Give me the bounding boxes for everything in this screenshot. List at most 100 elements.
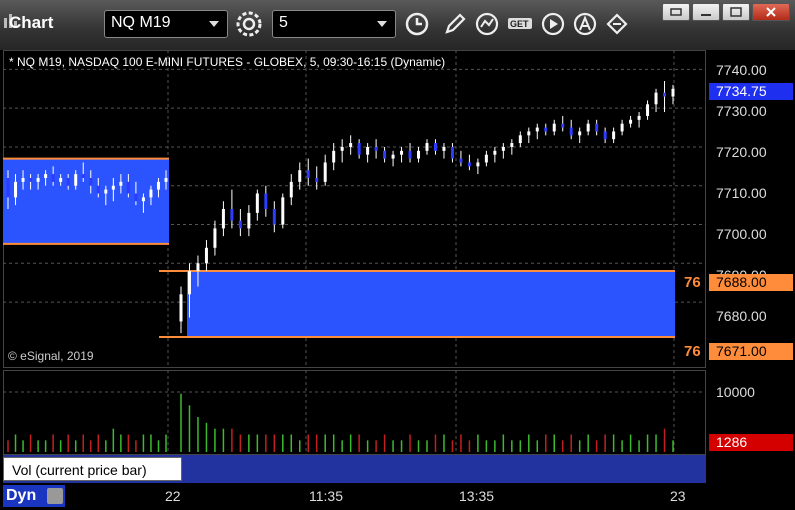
candle-body [14,181,18,198]
candle-body [569,127,573,136]
candle-body [433,143,437,151]
app-title: Chart [9,13,54,32]
candle-body [298,170,302,182]
candle-body [671,88,675,97]
candle-body [247,212,251,229]
candle-body [476,162,480,167]
chevron-down-icon [209,21,219,27]
candle-body [612,131,616,140]
candle-body [518,135,522,144]
last-price-tag: 7734.75 [709,83,793,100]
candle-body [36,177,40,182]
volume-tick: 10000 [716,384,755,400]
candle-body [141,197,145,202]
study-indicator-icon[interactable] [472,9,502,39]
price-tick: 7740.00 [716,62,767,78]
svg-text:GET: GET [510,19,529,29]
candle-body [493,150,497,155]
time-label: 11:35 [309,488,343,504]
dynamic-mode-button[interactable]: Dyn [3,485,65,507]
chevron-down-icon [377,21,387,27]
candle-body [264,193,268,209]
candle-body [196,263,200,272]
candle-body [629,119,633,124]
candle-body [637,115,641,120]
candle-body [484,154,488,163]
candle-body [646,104,650,116]
candle-body [306,170,310,178]
alert-icon[interactable] [570,9,600,39]
upper-zone-left-label: 76 [684,274,701,291]
candle-body [357,143,361,155]
price-tick: 7700.00 [716,226,767,242]
candle-body [204,247,208,264]
candle-body [156,181,160,190]
settings-gear-icon[interactable] [234,9,264,39]
candle-body [408,150,412,159]
candle-body [21,177,25,182]
candle-body [96,185,100,194]
candle-body [561,123,565,128]
candle-body [620,123,624,132]
candle-body [450,146,454,159]
candle-body [425,143,429,151]
candle-body [332,150,336,163]
candle-body [59,177,63,182]
price-zone [187,271,675,337]
candle-body [81,174,85,178]
clock-icon[interactable] [402,9,432,39]
close-window-button[interactable] [752,3,790,21]
candle-body [221,209,225,229]
candle-body [119,181,123,186]
chart-info-line: * NQ M19, NASDAQ 100 E-MINI FUTURES - GL… [9,55,446,69]
candle-body [238,220,242,229]
maximize-button[interactable] [722,3,750,21]
candle-body [501,146,505,151]
symbol-dropdown[interactable]: NQ M19 [104,10,228,38]
candle-body [281,197,285,225]
candle-body [349,143,353,147]
last-volume-tag: 1286 [709,434,793,451]
candle-body [104,189,108,194]
candle-body [44,174,48,178]
symbol-value: NQ M19 [111,14,171,31]
candle-body [179,294,183,322]
candle-body [391,154,395,159]
close-volume-icon[interactable]: × [170,456,177,470]
candle-body [74,174,78,186]
candle-body [467,162,471,167]
volume-chart [3,370,706,455]
candle-body [595,123,599,132]
lock-icon [47,488,63,504]
interval-value: 5 [279,14,288,31]
time-label: 22 [165,488,181,504]
get-data-icon[interactable]: GET [506,9,536,39]
candle-body [6,177,10,198]
candle-body [29,177,33,182]
candle-body [366,146,370,155]
lower-zone-left-label: 76 [684,343,701,360]
candle-body [383,150,387,159]
candle-body [89,177,93,186]
candle-body [315,177,319,182]
price-tick: 7730.00 [716,103,767,119]
play-replay-icon[interactable] [538,9,568,39]
candle-body [535,127,539,132]
restore-window-button[interactable] [662,3,690,21]
candle-body [400,150,404,155]
candle-body [213,228,217,248]
interval-dropdown[interactable]: 5 [272,10,396,38]
dyn-label: Dyn [6,487,37,504]
pencil-draw-icon[interactable] [440,9,470,39]
candle-body [578,131,582,136]
lower-zone-price-tag: 7671.00 [709,343,793,360]
candle-body [663,92,667,97]
minimize-button[interactable] [692,3,720,21]
candle-body [544,127,548,132]
link-arrow-icon[interactable] [602,9,632,39]
candle-body [323,162,327,182]
candle-body [417,150,421,159]
candle-body [552,123,556,132]
price-tick: 7720.00 [716,144,767,160]
copyright-text: © eSignal, 2019 [8,349,94,363]
